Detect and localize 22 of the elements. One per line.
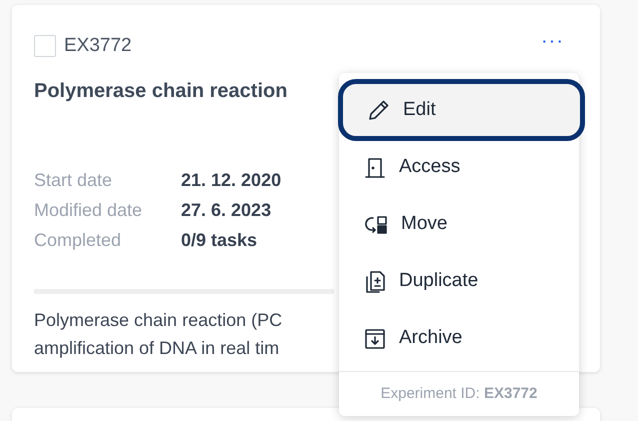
door-icon (363, 156, 387, 180)
detail-label: Completed (34, 229, 122, 252)
description-text: amplification of DNA in real tim (34, 336, 280, 360)
experiment-id: EX3772 (64, 34, 132, 58)
menu-item[interactable]: Move (339, 196, 579, 253)
menu-item[interactable]: Duplicate (339, 253, 579, 310)
pencil-icon (367, 98, 391, 122)
detail-value: 27. 6. 2023 (181, 199, 272, 222)
description-text: Polymerase chain reaction (PC (34, 308, 282, 332)
checkbox[interactable] (34, 35, 56, 58)
archive-box-icon (363, 326, 387, 350)
menu-item[interactable]: Access (339, 139, 579, 196)
detail-value: 0/9 tasks (181, 229, 258, 252)
more-options-button[interactable]: ··· (541, 31, 564, 52)
detail-label: Modified date (34, 199, 144, 222)
experiment-id-footer: Experiment ID: EX3772 (380, 382, 538, 406)
menu-item[interactable]: Archive (339, 310, 579, 367)
experiment-title: Polymerase chain reaction (34, 78, 288, 104)
detail-value: 21. 12. 2020 (181, 169, 282, 192)
detail-label: Start date (34, 169, 114, 192)
duplicate-icon (363, 268, 387, 294)
menu-item[interactable]: Edit (338, 79, 585, 141)
